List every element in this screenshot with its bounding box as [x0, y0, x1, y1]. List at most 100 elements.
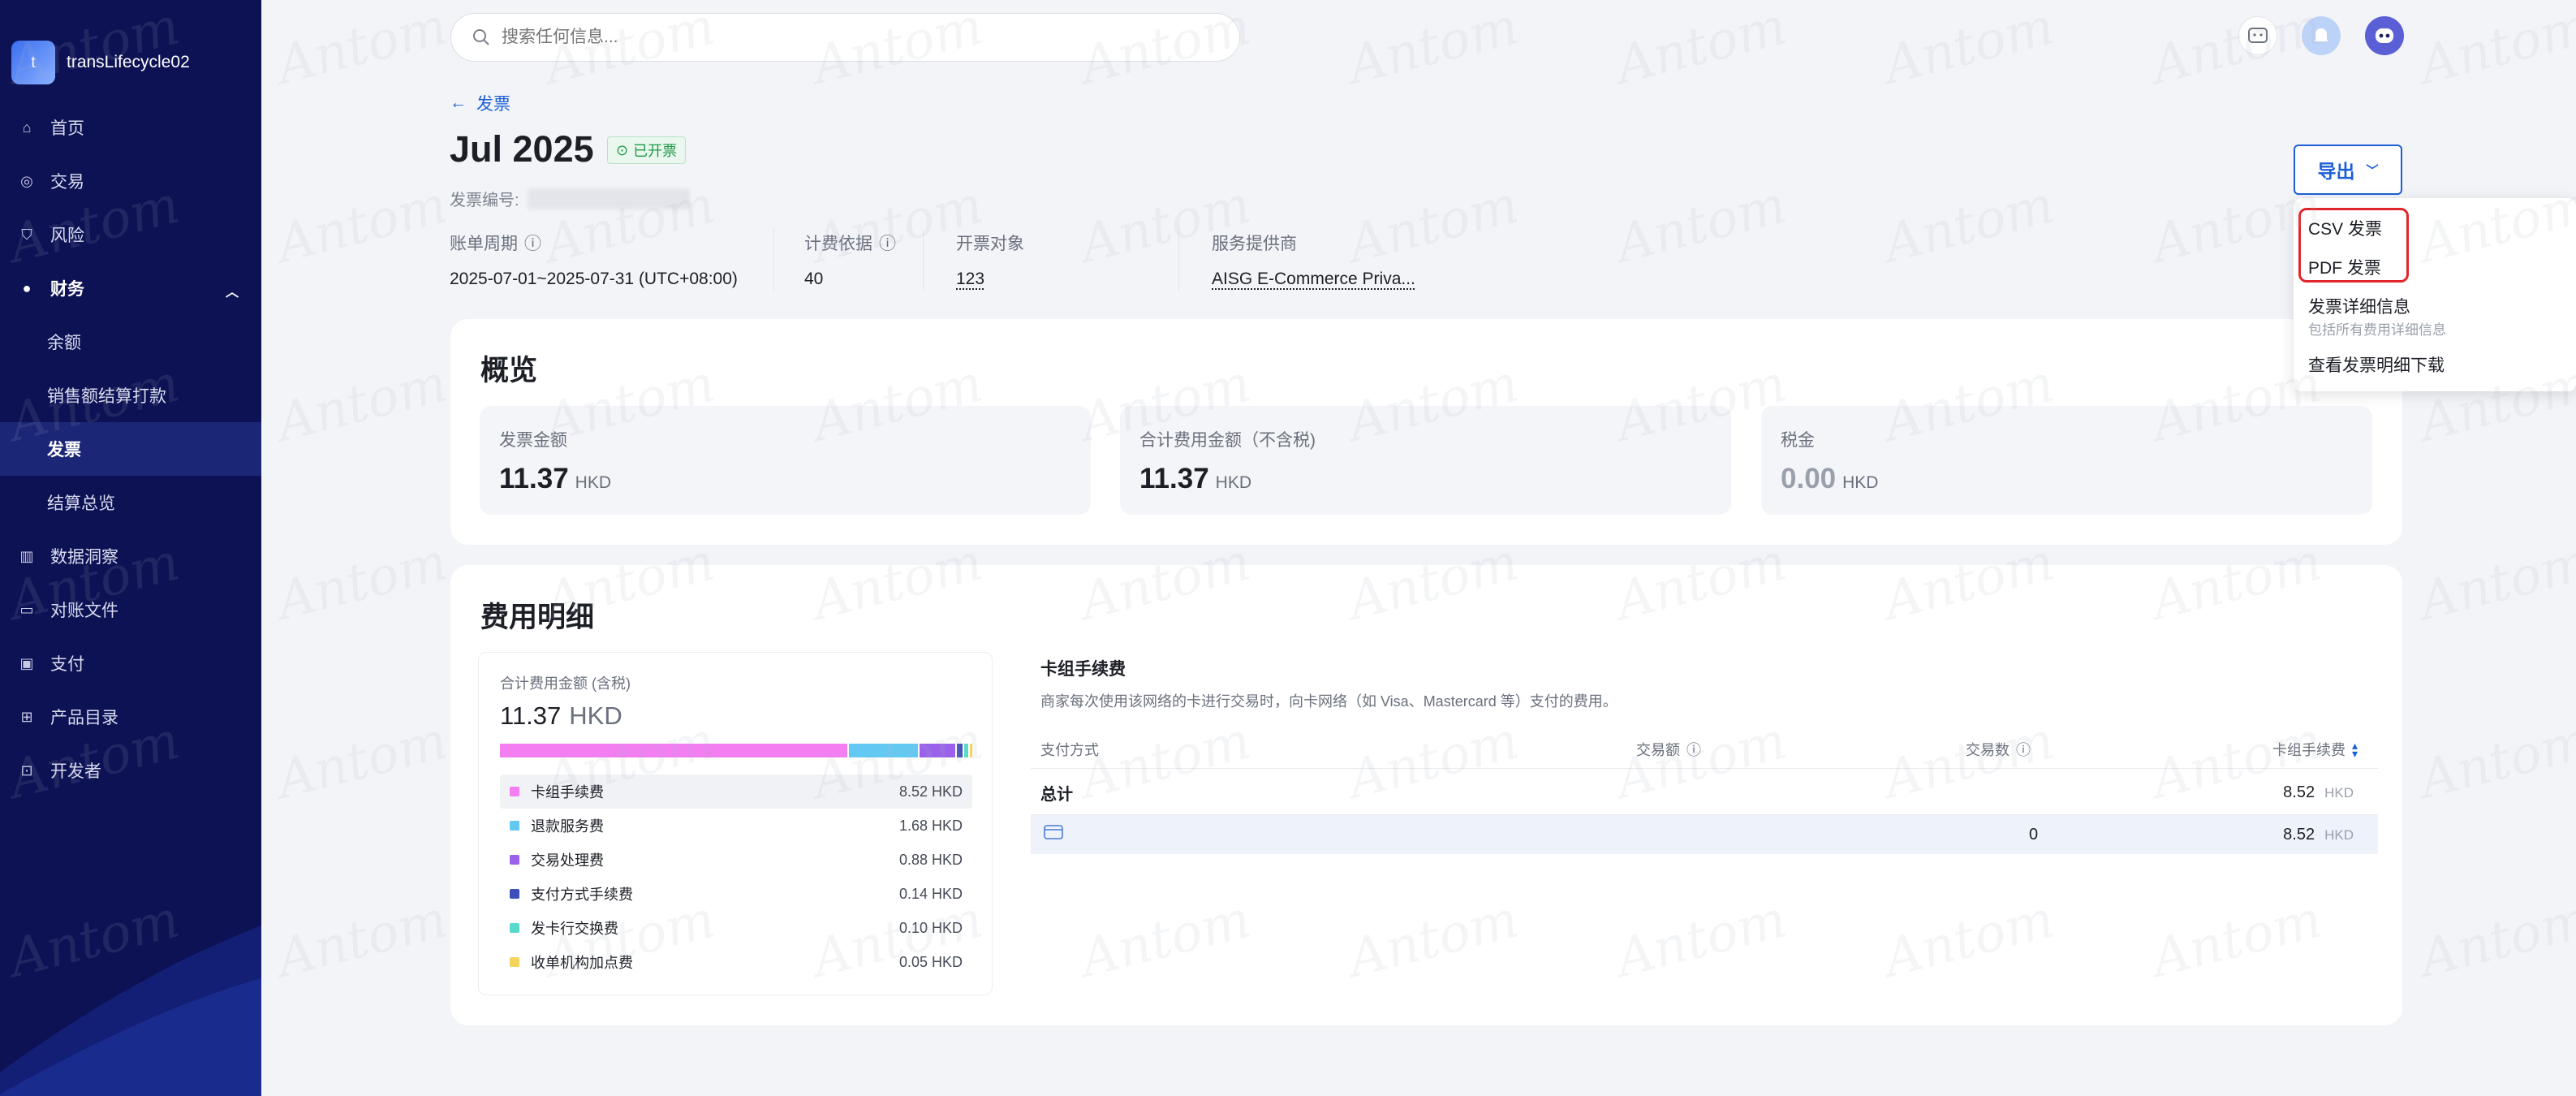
fee-total-label: 合计费用金额 (含税) [500, 675, 631, 692]
legend-item[interactable]: 发卡行交换费 0.10 HKD [500, 911, 972, 945]
legend-value: 8.52 HKD [898, 783, 963, 800]
watermark: Antom [271, 532, 454, 632]
fee-details-title: 费用明细 [480, 602, 595, 633]
fee-value: 8.52 [2283, 783, 2315, 801]
legend-item[interactable]: 支付方式手续费 0.14 HKD [500, 877, 972, 911]
search-input[interactable] [502, 28, 1216, 47]
sidebar-item-label: 发票 [47, 441, 81, 460]
legend-value: 0.88 HKD [898, 851, 963, 868]
sidebar-item-settlement-payout[interactable]: 销售额结算打款 [0, 369, 261, 422]
sidebar-item-label: 首页 [50, 119, 84, 138]
sidebar-item-settlement-overview[interactable]: 结算总览 [0, 476, 261, 529]
legend-color-swatch [510, 957, 519, 967]
legend-item[interactable]: 退款服务费 1.68 HKD [500, 809, 972, 843]
menu-item-pdf-invoice[interactable]: PDF 发票 [2308, 255, 2381, 279]
legend-color-swatch [510, 923, 519, 933]
meta-label: 计费依据 [804, 235, 872, 253]
menu-item-invoice-details[interactable]: 发票详细信息 [2308, 294, 2410, 318]
sidebar-item-label: 开发者 [50, 762, 101, 781]
menu-item-view-invoice-downloads[interactable]: 查看发票明细下载 [2308, 352, 2445, 377]
divider [1178, 229, 1179, 291]
meta-value[interactable]: 123 [956, 270, 1024, 289]
sidebar-item-label: 对账文件 [50, 602, 118, 620]
stat-fee-amount-excl-tax: 合计费用金额（不含税) 11.37 HKD [1120, 406, 1731, 515]
transaction-count: 0 [2029, 825, 2039, 844]
info-icon[interactable]: ⓘ [1686, 739, 1701, 760]
table-row[interactable]: 0 8.52 HKD [1031, 815, 2378, 854]
legend-item[interactable]: 收单机构加点费 0.05 HKD [500, 945, 972, 979]
meta-value[interactable]: AISG E-Commerce Priva... [1212, 270, 1415, 289]
sidebar-item-balance[interactable]: 余额 [0, 315, 261, 369]
fee-value: 8.52 [2283, 825, 2315, 844]
watermark: Antom [271, 889, 454, 990]
back-link-label: 发票 [476, 95, 510, 114]
sidebar-item-invoices[interactable]: 发票 [0, 422, 261, 476]
assistant-icon[interactable] [2238, 16, 2277, 55]
sidebar-item-home[interactable]: ⌂ 首页 [0, 101, 261, 154]
meta-service-provider: 服务提供商 AISG E-Commerce Priva... [1212, 231, 1415, 289]
meta-value: 40 [804, 270, 824, 288]
row-fee: 8.52 HKD [2283, 826, 2354, 844]
sidebar-nav: ⌂ 首页 ◎ 交易 ⛉ 风险 ● 财务 ︿ 余额 销售额结算打款 发票 结算总览… [0, 101, 261, 797]
legend-value: 0.14 HKD [898, 885, 963, 902]
fee-currency: HKD [2324, 826, 2354, 843]
legend-item[interactable]: 交易处理费 0.88 HKD [500, 843, 972, 877]
sidebar-item-label: 财务 [50, 280, 84, 299]
legend-item[interactable]: 卡组手续费 8.52 HKD [500, 775, 972, 809]
legend-color-swatch [510, 889, 519, 899]
info-icon[interactable]: ⓘ [2016, 739, 2031, 760]
stat-label: 合计费用金额（不含税) [1139, 431, 1316, 450]
watermark: Antom [271, 710, 454, 811]
column-header-amount: 交易额 ⓘ [1636, 739, 1701, 760]
workspace-logo: t [11, 41, 55, 84]
sidebar-item-payments[interactable]: ▣ 支付 [0, 636, 261, 690]
file-icon: ▭ [19, 601, 34, 618]
meta-label: 服务提供商 [1212, 235, 1297, 253]
watermark: Antom [2414, 889, 2576, 990]
sidebar-item-reconciliation-files[interactable]: ▭ 对账文件 [0, 583, 261, 636]
sidebar-item-label: 数据洞察 [50, 548, 118, 567]
fee-currency: HKD [2324, 784, 2354, 800]
stat-invoice-amount: 发票金额 11.37 HKD [480, 406, 1091, 515]
sidebar-item-data-insights[interactable]: ▥ 数据洞察 [0, 529, 261, 583]
status-badge: ⊙ 已开票 [607, 136, 687, 164]
watermark: Antom [1342, 0, 1525, 97]
sidebar-item-risk[interactable]: ⛉ 风险 [0, 208, 261, 261]
watermark: Antom [271, 353, 454, 454]
legend-label: 发卡行交换费 [531, 921, 618, 937]
sidebar-item-finance[interactable]: ● 财务 ︿ [0, 261, 261, 315]
column-label: 交易数 [1966, 742, 2010, 758]
menu-item-csv-invoice[interactable]: CSV 发票 [2308, 216, 2382, 240]
export-button-label: 导出 [2317, 161, 2355, 182]
chart-icon: ▥ [19, 547, 34, 564]
back-link[interactable]: ← 发票 [450, 91, 510, 115]
column-header-scheme-fee[interactable]: 卡组手续费 ▴ ▾ [2272, 739, 2358, 760]
info-icon[interactable]: ⓘ [879, 231, 896, 255]
sidebar-item-transactions[interactable]: ◎ 交易 [0, 154, 261, 208]
workspace-switcher[interactable]: t transLifecycle02 [11, 41, 190, 84]
divider [1031, 768, 2378, 769]
search-icon [473, 29, 489, 45]
chevron-down-icon: ﹀ [2366, 163, 2379, 178]
fee-bar-segment [964, 744, 969, 757]
table-title: 卡组手续费 [1040, 660, 1126, 679]
stat-currency: HKD [575, 473, 611, 492]
sidebar-item-product-catalog[interactable]: ⊞ 产品目录 [0, 690, 261, 744]
legend-label: 退款服务费 [531, 818, 604, 835]
column-label: 支付方式 [1040, 742, 1099, 758]
grid-icon: ⊞ [20, 708, 33, 725]
legend-color-swatch [510, 855, 519, 865]
status-label: 已开票 [633, 143, 678, 159]
watermark: Antom [271, 175, 454, 275]
export-button[interactable]: 导出 ﹀ [2294, 145, 2402, 195]
legend-color-swatch [510, 787, 519, 796]
watermark: Antom [2414, 532, 2576, 632]
fee-legend: 卡组手续费 8.52 HKD 退款服务费 1.68 HKD 交易处理费 0.88 HKD 支… [500, 775, 972, 979]
sidebar-item-developers[interactable]: ⊡ 开发者 [0, 744, 261, 797]
avatar[interactable] [2365, 16, 2404, 55]
info-icon[interactable]: ⓘ [524, 231, 541, 255]
overview-title: 概览 [480, 355, 538, 386]
sort-icon[interactable]: ▴ ▾ [2352, 740, 2358, 759]
notification-bell-icon[interactable] [2302, 16, 2341, 55]
search-bar[interactable] [450, 13, 1240, 62]
